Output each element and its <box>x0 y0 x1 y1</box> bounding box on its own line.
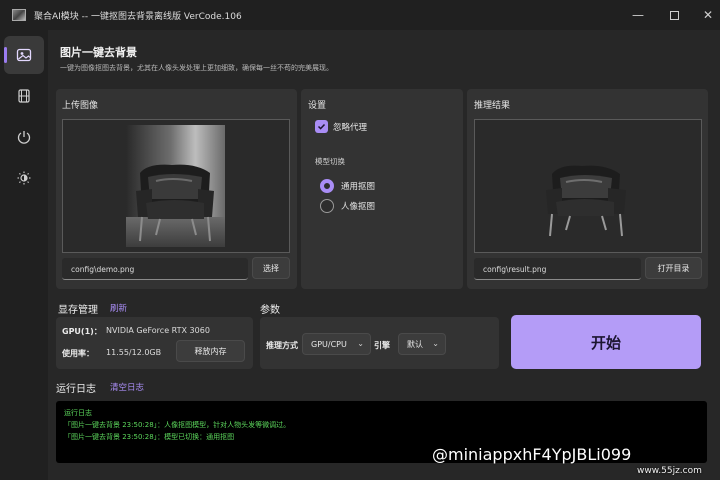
maximize-icon <box>669 10 679 20</box>
radio-portrait-cutout[interactable] <box>320 199 334 213</box>
log-line: 运行日志 <box>64 409 92 417</box>
ignore-proxy-label: 忽略代理 <box>333 123 368 133</box>
chevron-down-icon: ⌄ <box>432 339 439 348</box>
refresh-link[interactable]: 刷新 <box>110 302 127 314</box>
method-select-value: GPU/CPU <box>311 339 347 349</box>
source-image <box>126 125 225 247</box>
gpu-key: GPU(1)： <box>62 327 102 336</box>
sidebar-item-image[interactable] <box>4 36 44 74</box>
app-logo-icon <box>12 9 26 21</box>
chevron-down-icon: ⌄ <box>357 339 364 348</box>
radio-general-cutout-label: 通用抠图 <box>341 182 376 192</box>
gpu-value: NVIDIA GeForce RTX 3060 <box>106 326 210 335</box>
settings-title: 设置 <box>308 101 327 111</box>
page-title: 图片一键去背景 <box>60 46 137 59</box>
result-path-field[interactable]: config\result.png <box>474 258 641 280</box>
vram-title: 显存管理 <box>58 305 98 316</box>
power-icon <box>17 131 31 144</box>
result-title: 推理结果 <box>474 101 511 111</box>
brightness-icon <box>17 171 31 185</box>
method-select[interactable]: GPU/CPU ⌄ <box>302 333 371 355</box>
upload-path-field[interactable]: config\demo.png <box>62 258 248 280</box>
engine-select[interactable]: 默认 ⌄ <box>398 333 446 355</box>
release-memory-button[interactable]: 释放内存 <box>176 340 245 362</box>
close-button[interactable]: ✕ <box>690 0 720 30</box>
ignore-proxy-checkbox[interactable] <box>315 120 328 133</box>
engine-select-value: 默认 <box>407 339 423 349</box>
close-icon: ✕ <box>702 8 714 22</box>
watermark-text: @miniappxhF4YpJBLi099 <box>432 445 632 464</box>
watermark-site: www.55jz.com <box>637 466 702 476</box>
radio-portrait-cutout-label: 人像抠图 <box>341 202 376 212</box>
upload-title: 上传图像 <box>62 101 99 111</box>
start-button[interactable]: 开始 <box>511 315 701 369</box>
usage-key: 使用率： <box>62 349 94 358</box>
params-title: 参数 <box>260 305 280 316</box>
logs-title: 运行日志 <box>56 384 96 395</box>
film-icon <box>18 89 30 103</box>
result-image <box>546 165 626 237</box>
log-line: 「图片一键去背景 23:50:28」：模型已切换：通用抠图 <box>64 433 235 441</box>
choose-file-button[interactable]: 选择 <box>252 257 290 279</box>
page-subtitle: 一键为图像抠图去背景，尤其在人像头发处理上更加细致，确保每一丝不苟的完美展现。 <box>60 64 333 72</box>
window-title: 聚合AI模块 -- 一键抠图去背景离线版 VerCode.106 <box>34 12 242 22</box>
armchair-photo <box>136 164 214 242</box>
sidebar <box>0 30 48 480</box>
minimize-icon: — <box>632 8 644 22</box>
usage-value: 11.55/12.0GB <box>106 348 162 357</box>
method-label: 推理方式 <box>266 341 298 350</box>
title-bar: 聚合AI模块 -- 一键抠图去背景离线版 VerCode.106 — ✕ <box>0 0 720 30</box>
image-icon <box>16 48 32 62</box>
open-directory-button[interactable]: 打开目录 <box>645 257 702 279</box>
clear-logs-link[interactable]: 清空日志 <box>110 381 144 393</box>
sidebar-item-video[interactable] <box>4 77 44 115</box>
radio-general-cutout[interactable] <box>320 179 334 193</box>
sidebar-item-power[interactable] <box>4 118 44 156</box>
sidebar-item-theme[interactable] <box>4 159 44 197</box>
engine-label: 引擎 <box>374 341 390 350</box>
model-switch-label: 模型切换 <box>315 157 345 166</box>
minimize-button[interactable]: — <box>620 0 656 30</box>
log-line: 「图片一键去背景 23:50:28」：人像抠图模型，针对人物头发等微调过。 <box>64 421 291 429</box>
check-icon <box>317 123 326 130</box>
maximize-button[interactable] <box>656 0 692 30</box>
